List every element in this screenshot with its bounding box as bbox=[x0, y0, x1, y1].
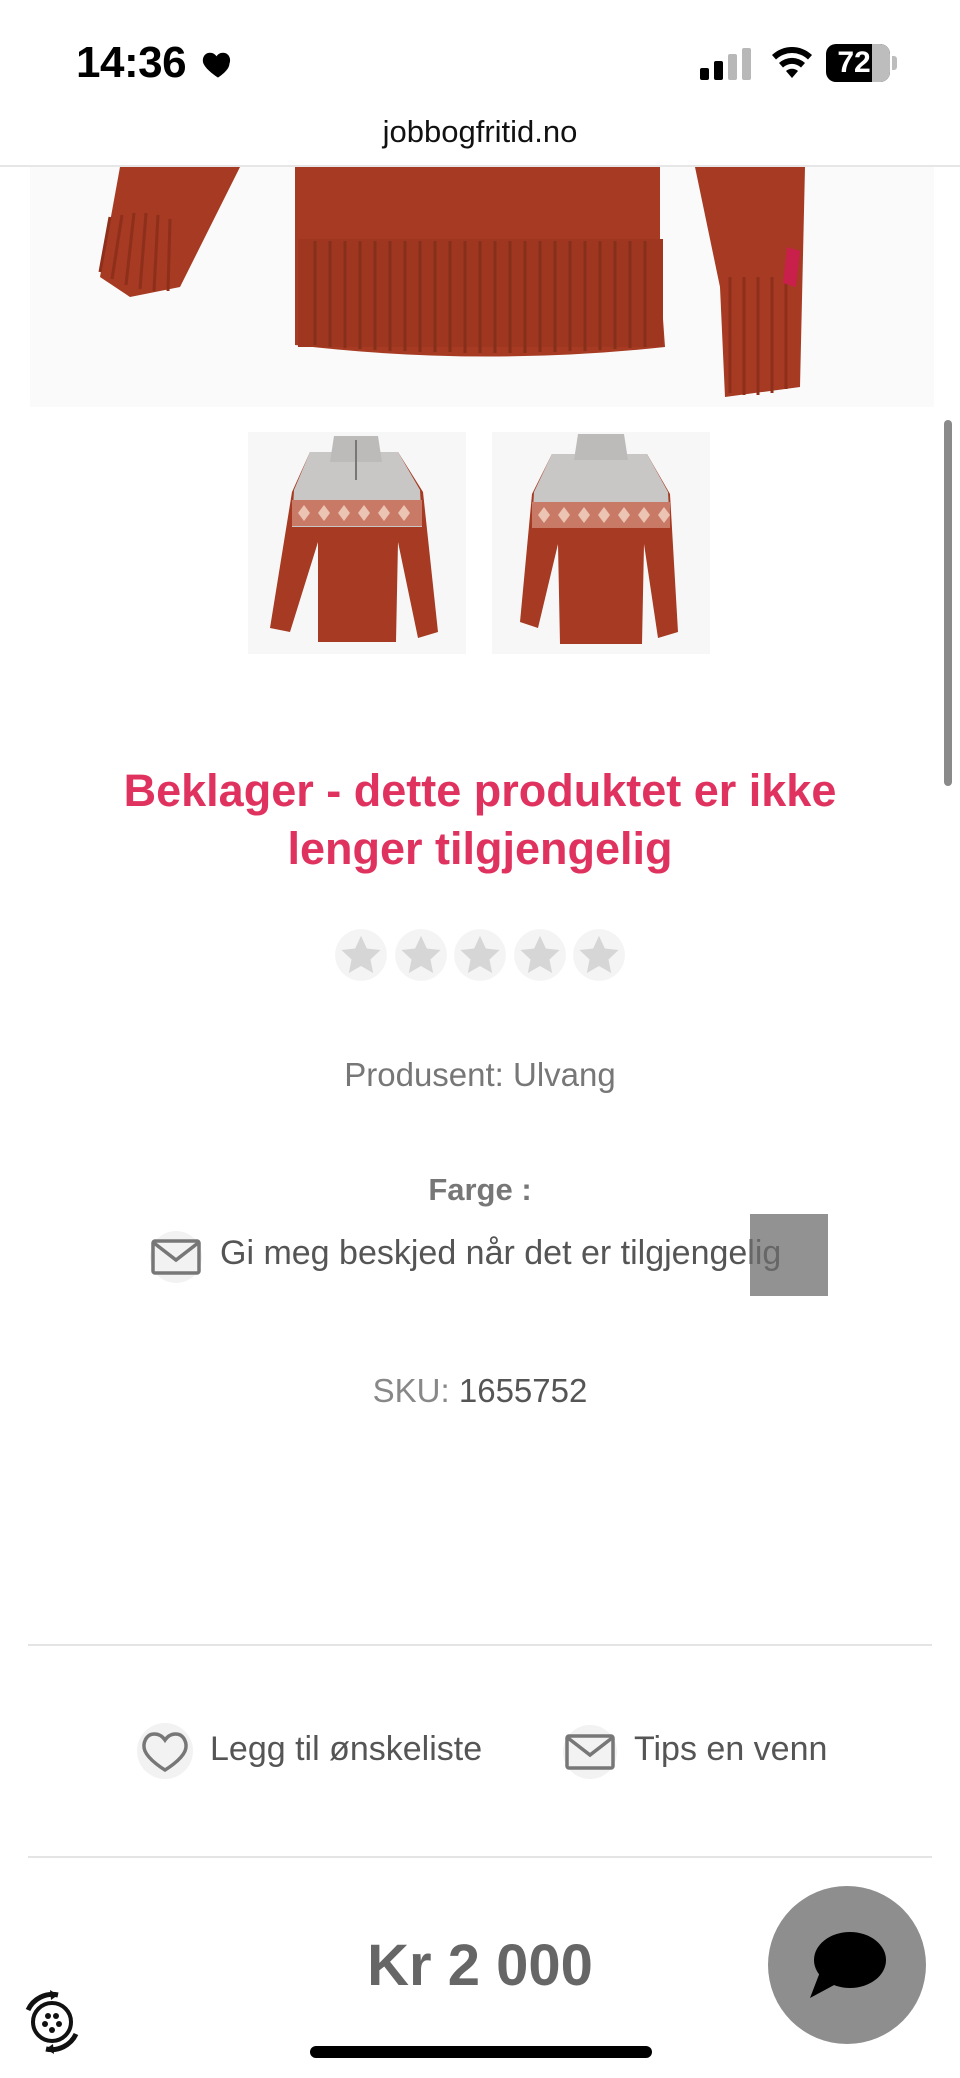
sku-label: SKU: bbox=[372, 1372, 450, 1409]
wishlist-label: Legg til ønskeliste bbox=[210, 1730, 483, 1768]
envelope-icon bbox=[150, 1231, 202, 1283]
star-icon bbox=[513, 929, 566, 981]
touch-highlight bbox=[750, 1214, 828, 1296]
product-thumbnail-front[interactable] bbox=[248, 432, 466, 654]
product-unavailable-heading: Beklager - dette produktet er ikke lenge… bbox=[123, 765, 837, 874]
divider bbox=[28, 1856, 932, 1858]
star-icon bbox=[394, 929, 447, 981]
chat-bubble-icon bbox=[810, 1932, 886, 1998]
envelope-icon bbox=[563, 1725, 617, 1779]
manufacturer-label: Produsent: bbox=[344, 1056, 504, 1093]
home-indicator[interactable] bbox=[310, 2046, 652, 2058]
address-bar[interactable]: jobbogfritid.no bbox=[0, 110, 960, 166]
sweater-thumbnail-image bbox=[270, 436, 438, 642]
product-thumbnail-back[interactable] bbox=[492, 432, 710, 654]
star-icon bbox=[335, 929, 387, 981]
heart-outline-icon bbox=[137, 1723, 193, 1779]
product-main-image[interactable] bbox=[30, 167, 934, 407]
notify-text: Gi meg beskjed når det er tilgjengelig bbox=[220, 1234, 782, 1272]
cellular-signal-icon bbox=[700, 48, 751, 80]
tips-label: Tips en venn bbox=[634, 1730, 828, 1768]
status-bar: 14:36 72 bbox=[0, 0, 960, 118]
divider bbox=[28, 1644, 932, 1646]
sku-info: SKU: 1655752 bbox=[0, 1372, 960, 1410]
star-icon bbox=[573, 929, 625, 981]
sweater-image bbox=[98, 167, 805, 397]
color-label: Farge : bbox=[428, 1172, 532, 1207]
accessibility-icon[interactable] bbox=[18, 1988, 86, 2056]
sweater-thumbnail-image bbox=[520, 434, 678, 644]
status-time: 14:36 bbox=[76, 38, 187, 87]
page-scrollbar[interactable] bbox=[944, 420, 952, 786]
wifi-icon bbox=[772, 47, 812, 78]
chat-button[interactable] bbox=[768, 1886, 926, 2044]
manufacturer-info: Produsent: Ulvang bbox=[0, 1056, 960, 1094]
rating-stars[interactable] bbox=[334, 928, 626, 984]
notify-when-available-button[interactable]: Gi meg beskjed når det er tilgjengelig bbox=[148, 1214, 828, 1296]
heart-icon bbox=[202, 52, 231, 78]
battery-icon: 72 bbox=[826, 44, 898, 82]
battery-level: 72 bbox=[837, 46, 871, 79]
manufacturer-value[interactable]: Ulvang bbox=[513, 1056, 616, 1093]
sku-value: 1655752 bbox=[458, 1372, 588, 1409]
star-icon bbox=[454, 929, 506, 981]
